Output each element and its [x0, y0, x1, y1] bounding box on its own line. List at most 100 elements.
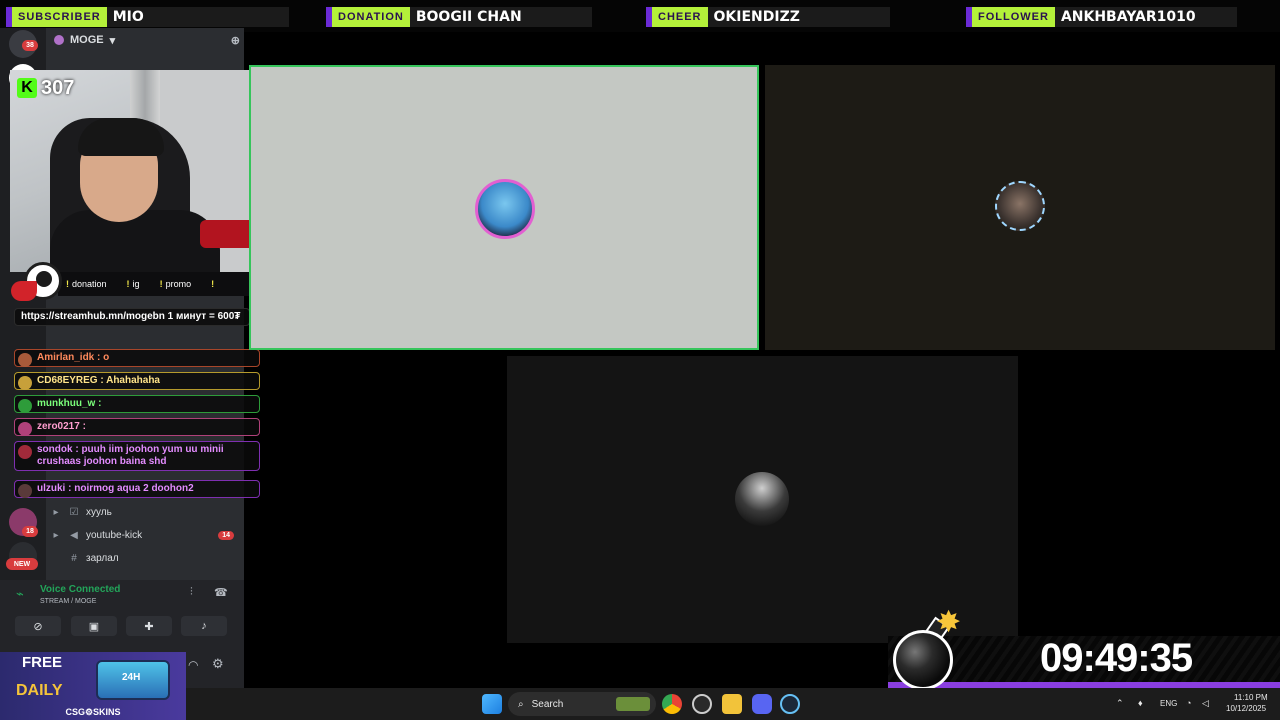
user-avatar — [18, 399, 32, 413]
activity-button[interactable]: ✚ — [126, 616, 172, 636]
voice-participant-tile[interactable] — [765, 65, 1275, 350]
chat-text: sondok : puuh iim joohon yum uu minii cr… — [37, 444, 224, 467]
clock-time[interactable]: 11:10 PM — [1234, 693, 1268, 702]
viewer-count: 307 — [41, 76, 75, 99]
unread-badge: 18 — [22, 526, 38, 537]
kick-logo-icon: K — [17, 78, 37, 98]
chat-text: Amirlan_idk : o — [37, 352, 110, 363]
camera-button[interactable]: ⊘ — [15, 616, 61, 636]
chat-message: Amirlan_idk : o — [14, 349, 260, 367]
kick-viewer-counter: K 307 — [17, 75, 74, 101]
windows-taskbar: ⌕ Search ⌃ ♦ ENG ◔ ◁ 11:10 PM 10/12/2025 — [186, 688, 1280, 720]
alert-tag: FOLLOWER — [966, 7, 1055, 27]
wifi-icon[interactable]: ◔ — [1186, 698, 1191, 708]
chat-commands-bar: ! donation ! ig ! promo ! — [58, 272, 268, 296]
steam-icon[interactable] — [780, 694, 800, 714]
language-indicator[interactable]: ENG — [1160, 699, 1177, 708]
ad-free-text: FREE — [22, 654, 63, 671]
voice-status[interactable]: Voice Connected — [40, 584, 120, 595]
app-icon[interactable] — [692, 694, 712, 714]
unread-badge: 38 — [22, 40, 38, 51]
chat-text: zero0217 : — [37, 421, 86, 432]
user-avatar — [18, 422, 32, 436]
ad-daily-text: DAILY — [16, 682, 63, 699]
channel-item[interactable]: # зарлал — [46, 548, 244, 568]
headphones-icon[interactable]: ◠ — [188, 658, 198, 672]
new-badge: NEW — [6, 558, 38, 570]
alert-name: OKIENDIZZ — [707, 7, 890, 27]
user-avatar — [18, 484, 32, 498]
channel-item[interactable]: ▸ ☑ хууль — [46, 502, 244, 522]
participant-avatar — [475, 179, 535, 239]
alert-cheer: CHEER OKIENDIZZ — [646, 7, 890, 27]
ad-brand: CSG⚙SKINS — [65, 707, 121, 717]
search-icon: ⌕ — [518, 698, 524, 710]
gear-icon[interactable]: ⚙ — [212, 656, 224, 672]
noise-suppression-icon[interactable]: ⫶ — [190, 586, 193, 599]
gamepad-icon: ✚ — [144, 620, 154, 633]
csgo-skins-ad[interactable]: FREE DAILY 24H CSG⚙SKINS — [0, 652, 186, 720]
volume-icon[interactable]: ◁ — [1202, 698, 1209, 709]
treasure-chest-icon: 24H — [96, 660, 170, 700]
mascot-icon — [11, 262, 62, 301]
voice-participant-tile[interactable] — [507, 356, 1018, 643]
discord-icon[interactable] — [752, 694, 772, 714]
chat-text: munkhuu_w : — [37, 398, 102, 409]
chevron-down-icon: ▾ — [109, 34, 116, 47]
tray-chevron-up-icon[interactable]: ⌃ — [1116, 698, 1124, 709]
chevron-right-icon: ▸ — [53, 506, 59, 518]
search-label: Search — [531, 698, 564, 710]
bomb-icon — [893, 630, 953, 690]
alert-name: ANKHBAYAR1010 — [1054, 7, 1237, 27]
chrome-icon[interactable] — [662, 694, 682, 714]
user-avatar — [18, 376, 32, 390]
stream-overlay-screen: { "alerts": [ {"tag": "SUBSCRIBER", "nam… — [0, 0, 1280, 720]
chat-text: ulzuki : noirmog aqua 2 doohon2 — [37, 483, 194, 494]
user-avatar — [18, 353, 32, 367]
megaphone-icon: ◀ — [70, 529, 78, 541]
chat-message: ulzuki : noirmog aqua 2 doohon2 — [14, 480, 260, 498]
channel-name: хууль — [86, 506, 112, 518]
screen-share-button[interactable]: ▣ — [71, 616, 117, 636]
clock-date[interactable]: 10/12/2025 — [1226, 704, 1266, 713]
command-item: ! donation — [66, 279, 107, 289]
voice-channel[interactable]: STREAM / MOGE — [40, 598, 96, 605]
microphone-icon[interactable]: ♦ — [1138, 698, 1143, 708]
spark-icon: ✸ — [936, 606, 962, 639]
soundboard-icon: ♪ — [201, 620, 207, 632]
invite-icon[interactable]: ⊕ — [231, 34, 240, 47]
taskbar-search[interactable]: ⌕ Search — [508, 692, 656, 716]
command-item: ! — [211, 279, 215, 289]
alert-name: BOOGII CHAN — [409, 7, 592, 27]
screen-share-icon: ▣ — [88, 620, 100, 633]
checkbox-icon: ☑ — [69, 506, 79, 518]
voice-connected-panel: ⌁ Voice Connected STREAM / MOGE ⫶ ☎ ⊘ ▣ … — [0, 580, 244, 648]
windows-start-icon[interactable] — [482, 694, 502, 714]
channel-name: youtube-kick — [86, 529, 143, 541]
command-item: ! promo — [159, 279, 192, 289]
chat-text: https://streamhub.mn/mogebn 1 минут = 60… — [21, 311, 241, 322]
camera-off-icon: ⊘ — [33, 620, 43, 633]
server-avatar — [54, 35, 64, 45]
chat-text: CD68EYREG : Ahahahaha — [37, 375, 160, 386]
file-explorer-icon[interactable] — [722, 694, 742, 714]
hash-icon: # — [71, 552, 77, 564]
chat-message: https://streamhub.mn/mogebn 1 минут = 60… — [14, 308, 250, 326]
server-header[interactable]: MOGE ▾ ⊕ — [54, 30, 240, 50]
soundboard-button[interactable]: ♪ — [181, 616, 227, 636]
chevron-right-icon: ▸ — [53, 529, 59, 541]
server-name: MOGE — [70, 34, 104, 46]
channel-name: зарлал — [86, 552, 119, 564]
chat-message: munkhuu_w : — [14, 395, 260, 413]
alert-donation: DONATION BOOGII CHAN — [326, 7, 592, 27]
voice-participant-tile-active[interactable] — [249, 65, 759, 350]
channel-item[interactable]: ▸ ◀ youtube-kick 14 — [46, 525, 244, 545]
mention-count: 14 — [218, 530, 234, 540]
disconnect-icon[interactable]: ☎ — [214, 586, 228, 599]
command-item: ! ig — [126, 279, 140, 289]
search-highlight-icon — [616, 697, 650, 711]
participant-avatar — [995, 181, 1045, 231]
alert-tag: SUBSCRIBER — [6, 7, 107, 27]
user-avatar — [18, 445, 32, 459]
timer-value: 09:49:35 — [1040, 636, 1193, 680]
